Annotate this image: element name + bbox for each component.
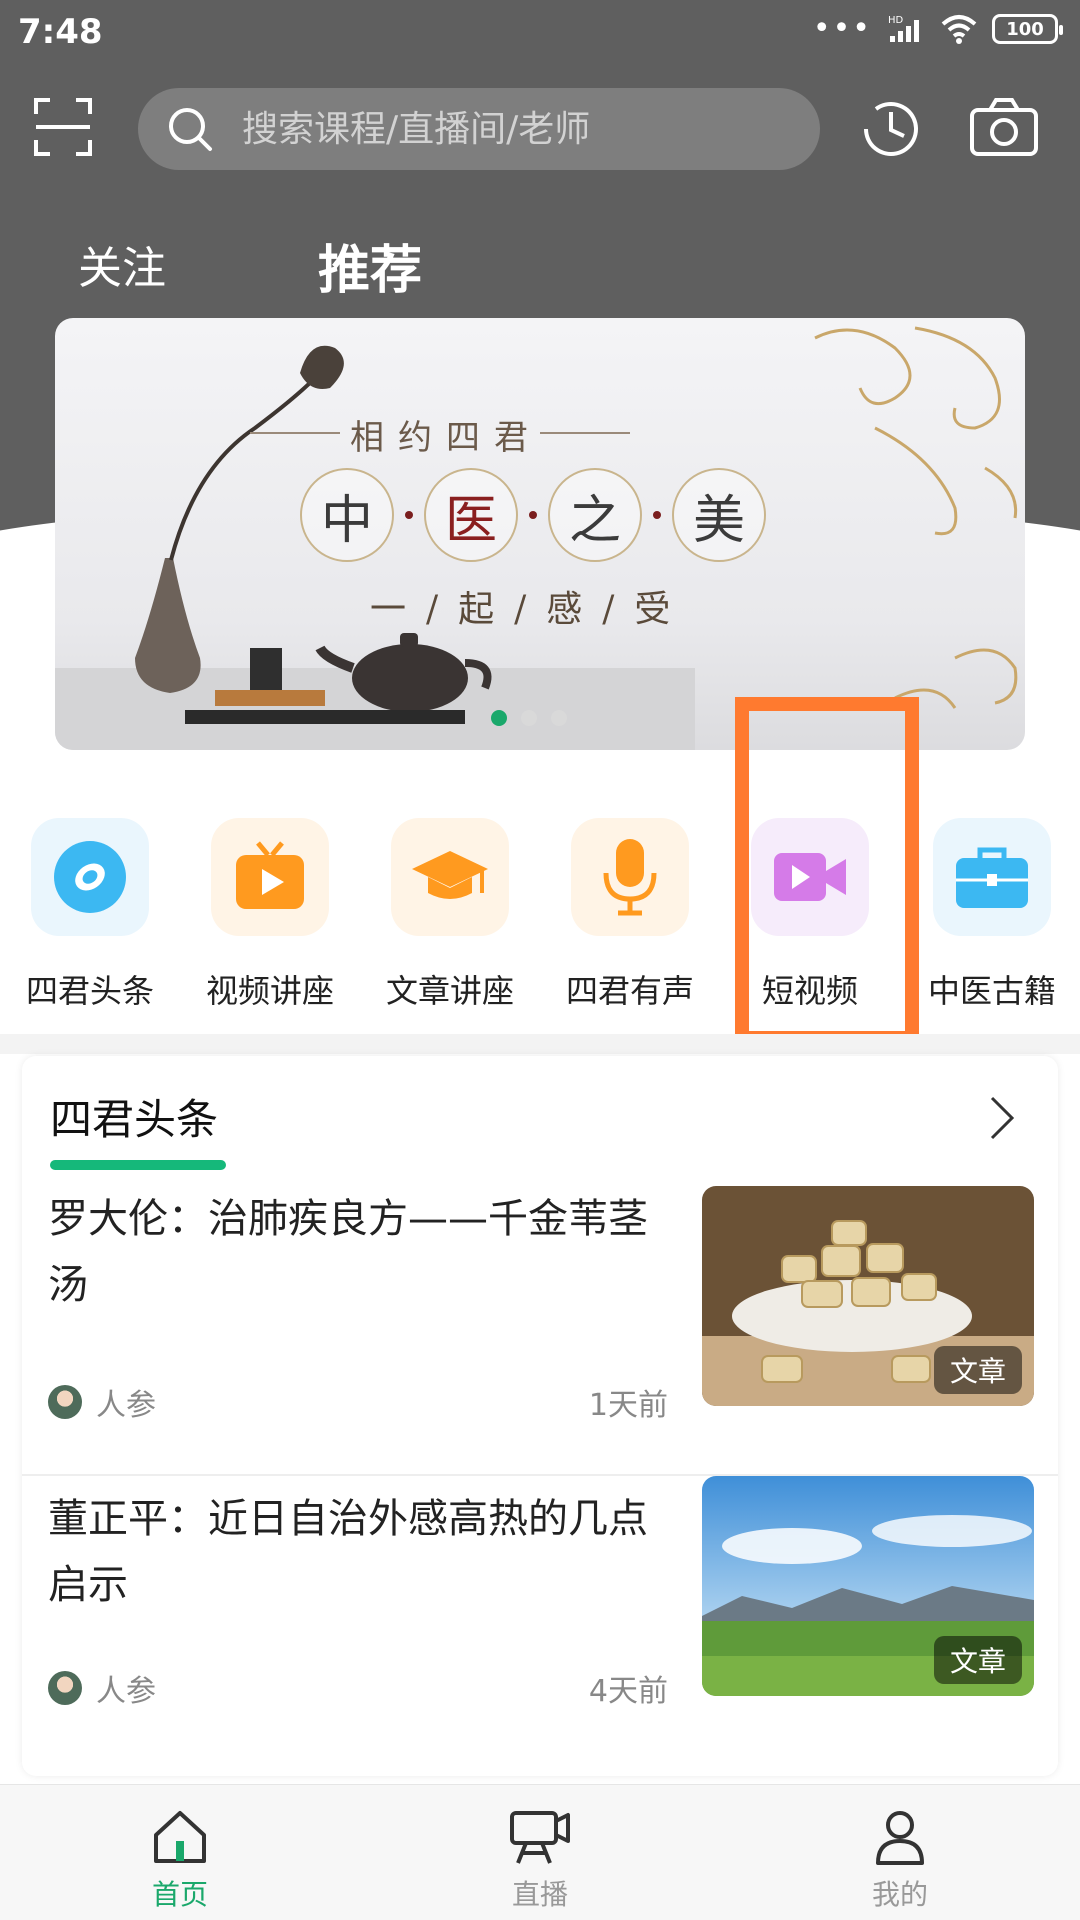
battery-indicator: 100	[992, 14, 1063, 44]
category-label: 文章讲座	[385, 972, 514, 1010]
category-label: 四君有声	[565, 972, 694, 1010]
banner-char: 中	[300, 468, 394, 562]
banner-subtitle: 一/起/感/受	[370, 589, 691, 630]
nav-label: 首页	[151, 1878, 208, 1911]
battery-level: 100	[1006, 18, 1044, 40]
tab-recommend[interactable]: 推荐	[318, 228, 422, 303]
banner-caption: 相约四君	[250, 410, 630, 459]
headline-feed-card: 四君头条 罗大伦：治肺疾良方——千金苇茎汤 人参 1天前 文章 董正平：近日自治…	[22, 1056, 1058, 1776]
network-hd-label: HD	[888, 15, 904, 26]
article-type-badge: 文章	[933, 1636, 1022, 1684]
banner-char: 之	[548, 468, 642, 562]
search-bar[interactable]	[138, 88, 820, 170]
carousel-dot	[551, 710, 567, 726]
category-label: 视频讲座	[205, 972, 334, 1010]
home-icon	[154, 1811, 206, 1863]
category-label: 中医古籍	[927, 972, 1056, 1010]
live-broadcast-icon	[510, 1811, 570, 1864]
avatar	[48, 1671, 82, 1705]
feed-title-underline	[50, 1160, 226, 1170]
user-icon	[876, 1811, 924, 1865]
carousel-dot	[521, 710, 537, 726]
banner-char: 美	[672, 468, 766, 562]
microphone-icon	[571, 818, 689, 936]
signal-icon: HD	[888, 15, 919, 42]
category-label: 四君头条	[25, 972, 154, 1010]
nav-home[interactable]: 首页	[100, 1807, 260, 1913]
article-meta: 人参 1天前	[48, 1380, 668, 1424]
banner-char: 医	[424, 468, 518, 562]
section-divider	[0, 1034, 1080, 1054]
article-type-badge: 文章	[933, 1346, 1022, 1394]
search-input[interactable]	[242, 108, 802, 150]
carousel-dot-active	[491, 710, 507, 726]
nav-label: 我的	[871, 1878, 928, 1911]
chevron-right-icon[interactable]	[982, 1092, 1022, 1144]
status-icons: ••• HD 100	[812, 11, 1063, 46]
category-headline[interactable]: 四君头条	[10, 818, 170, 1012]
separator-dot	[529, 511, 537, 519]
graduation-cap-icon	[391, 818, 509, 936]
headline-icon	[31, 818, 149, 936]
separator-dot	[653, 511, 661, 519]
banner-characters: 中 医 之 美	[300, 468, 766, 562]
category-article-lecture[interactable]: 文章讲座	[370, 818, 530, 1012]
search-icon	[169, 108, 212, 151]
category-classics[interactable]: 中医古籍	[912, 818, 1072, 1012]
category-video-lecture[interactable]: 视频讲座	[190, 818, 350, 1012]
camera-icon[interactable]	[968, 96, 1040, 158]
status-bar: 7:48 ••• HD 100	[0, 0, 1080, 66]
article-title: 罗大伦：治肺疾良方——千金苇茎汤	[48, 1196, 648, 1308]
article-time: 4天前	[588, 1674, 668, 1709]
tab-follow[interactable]: 关注	[78, 232, 166, 296]
banner-carousel[interactable]: 相约四君 中 医 之 美 一/起/感/受	[55, 318, 1025, 750]
article-title: 董正平：近日自治外感高热的几点启示	[48, 1496, 648, 1608]
avatar	[48, 1385, 82, 1419]
category-audio[interactable]: 四君有声	[550, 818, 710, 1012]
article-thumbnail: 文章	[702, 1186, 1034, 1406]
more-dots-icon: •••	[812, 11, 872, 46]
list-item[interactable]: 罗大伦：治肺疾良方——千金苇茎汤 人参 1天前 文章	[22, 1186, 1058, 1474]
nav-label: 直播	[511, 1878, 568, 1911]
video-lecture-icon	[211, 818, 329, 936]
article-thumbnail: 文章	[702, 1476, 1034, 1696]
status-time: 7:48	[18, 12, 103, 52]
wifi-icon	[941, 15, 977, 44]
list-item[interactable]: 董正平：近日自治外感高热的几点启示 人参 4天前 文章	[22, 1474, 1058, 1762]
feed-title: 四君头条	[50, 1095, 219, 1144]
article-author: 人参	[96, 1674, 156, 1709]
nav-live[interactable]: 直播	[460, 1807, 620, 1913]
briefcase-icon	[933, 818, 1051, 936]
separator-dot	[405, 511, 413, 519]
carousel-indicator	[491, 710, 567, 726]
article-author: 人参	[96, 1388, 156, 1423]
highlight-box	[735, 697, 919, 1045]
article-time: 1天前	[588, 1388, 668, 1423]
scan-icon[interactable]	[32, 96, 94, 158]
nav-profile[interactable]: 我的	[820, 1807, 980, 1913]
history-clock-icon[interactable]	[858, 96, 924, 162]
article-meta: 人参 4天前	[48, 1666, 668, 1710]
bottom-navigation: 首页 直播 我的	[0, 1784, 1080, 1920]
